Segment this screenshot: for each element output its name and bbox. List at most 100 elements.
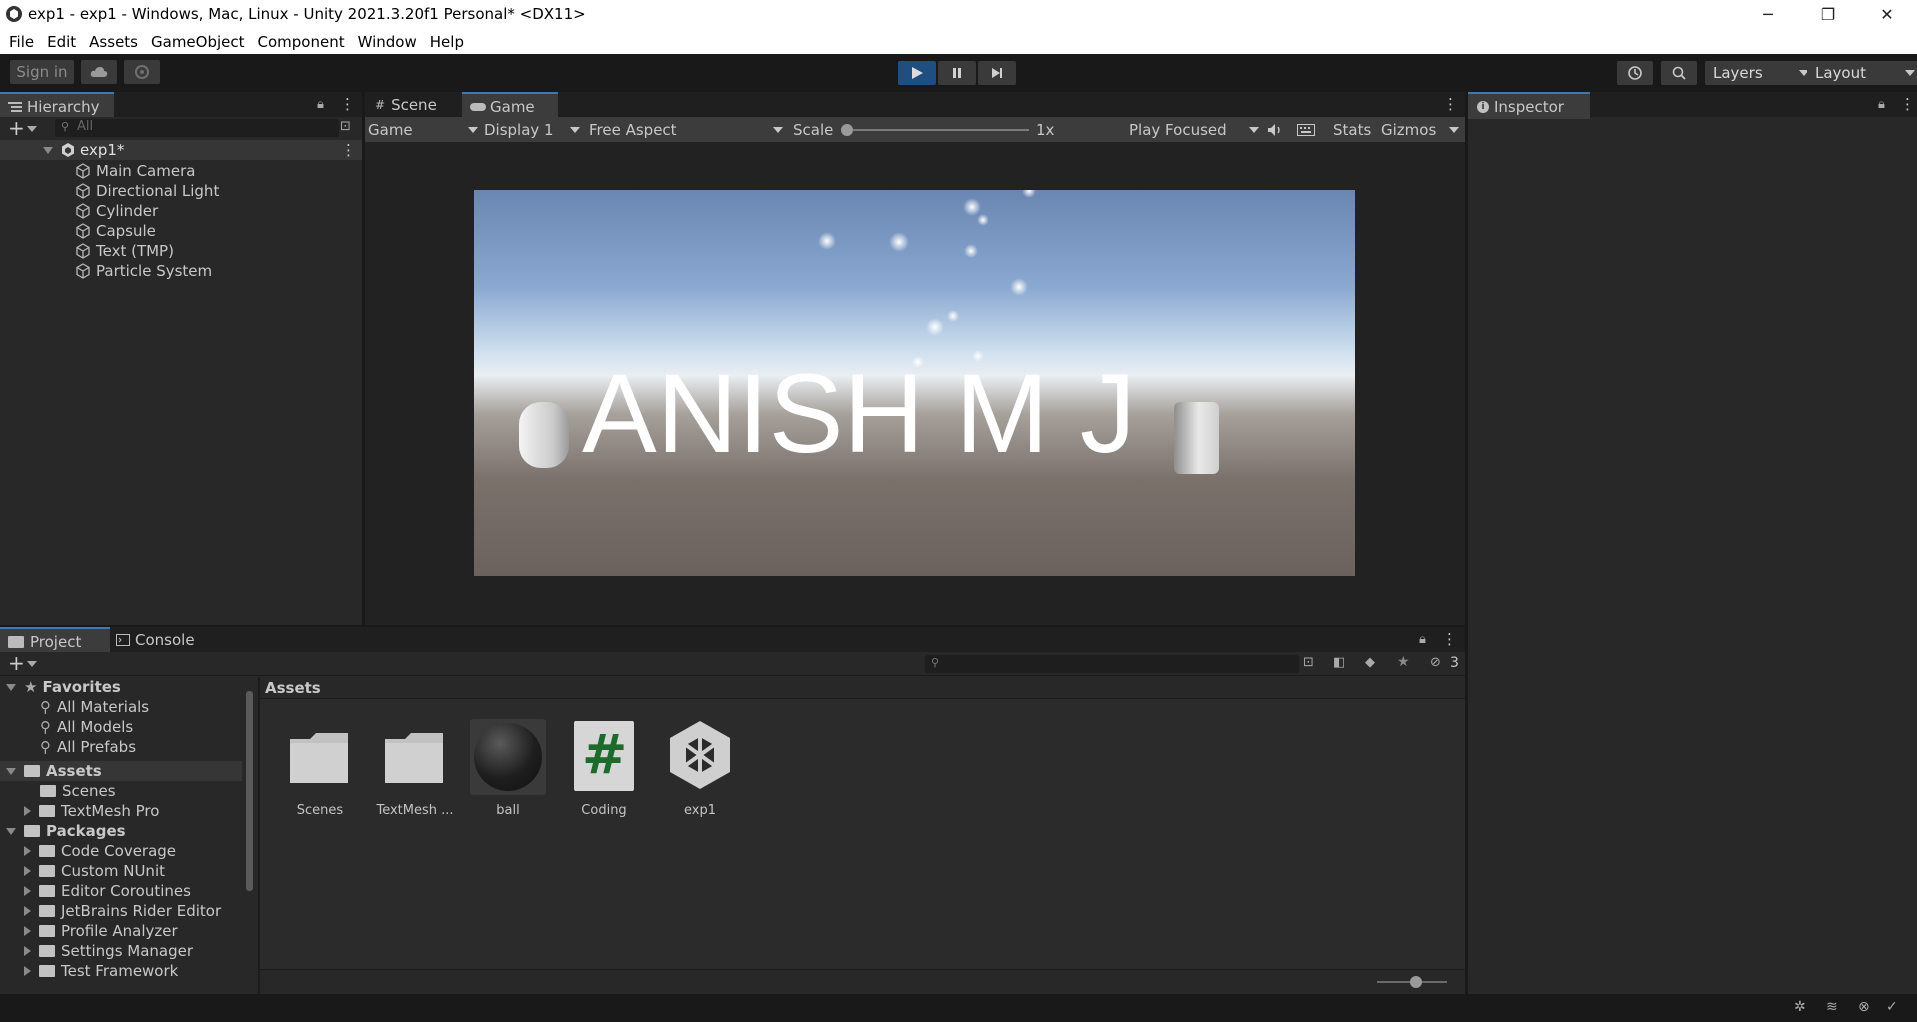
tree-scenes[interactable]: Scenes bbox=[40, 781, 116, 801]
check-icon[interactable]: ✓ bbox=[1886, 999, 1898, 1015]
menu-help[interactable]: Help bbox=[430, 33, 464, 51]
scale-slider-thumb[interactable] bbox=[841, 124, 853, 136]
keyboard-icon[interactable] bbox=[1297, 117, 1319, 142]
asset-scenes-folder[interactable] bbox=[288, 729, 352, 785]
project-search-input[interactable]: ⚲ bbox=[925, 655, 1299, 673]
asset-coding-script[interactable]: # bbox=[574, 721, 634, 791]
console-icon bbox=[116, 633, 130, 646]
close-button[interactable]: ✕ bbox=[1857, 0, 1917, 29]
unity-scene-icon bbox=[62, 143, 74, 157]
asset-ball-material[interactable] bbox=[470, 719, 546, 795]
lock-icon[interactable]: 🔒︎ bbox=[317, 97, 324, 112]
add-icon[interactable]: + bbox=[8, 116, 25, 140]
lock-icon[interactable]: 🔒︎ bbox=[1419, 632, 1426, 647]
packages-header[interactable]: Packages bbox=[6, 821, 126, 841]
hierarchy-item-directional-light[interactable]: Directional Light bbox=[75, 181, 219, 201]
stats-button[interactable]: Stats bbox=[1333, 117, 1375, 142]
chevron-down-icon[interactable] bbox=[27, 126, 37, 132]
package-profile-analyzer[interactable]: Profile Analyzer bbox=[24, 921, 178, 941]
layers-dropdown[interactable]: Layers bbox=[1705, 61, 1817, 85]
menu-component[interactable]: Component bbox=[258, 33, 345, 51]
tree-textmesh-pro[interactable]: TextMesh Pro bbox=[24, 801, 159, 821]
favorite-all-models[interactable]: ⚲ All Models bbox=[40, 717, 133, 737]
hierarchy-scene-row[interactable]: exp1* ⋮ bbox=[0, 140, 362, 160]
asset-textmesh-folder[interactable] bbox=[383, 729, 447, 785]
search-scope-icon[interactable]: ⊡ bbox=[1303, 655, 1314, 670]
hierarchy-search-row: + ⚲ All ⊡ bbox=[0, 116, 362, 140]
filter-icon[interactable]: ⊡ bbox=[340, 119, 351, 134]
debug-mode-icon[interactable]: ⊗ bbox=[1858, 999, 1870, 1015]
tab-console[interactable]: Console bbox=[108, 627, 218, 652]
favorite-all-materials[interactable]: ⚲ All Materials bbox=[40, 697, 149, 717]
chevron-down-icon[interactable] bbox=[27, 661, 37, 667]
favorite-all-prefabs[interactable]: ⚲ All Prefabs bbox=[40, 737, 136, 757]
step-button[interactable] bbox=[978, 61, 1016, 85]
layers-stack-icon[interactable]: ≋ bbox=[1826, 999, 1838, 1015]
package-code-coverage[interactable]: Code Coverage bbox=[24, 841, 176, 861]
tab-game[interactable]: Game bbox=[462, 92, 558, 119]
hierarchy-search-input[interactable]: ⚲ All bbox=[55, 119, 339, 137]
bug-icon[interactable]: ✲ bbox=[1794, 999, 1806, 1015]
package-editor-coroutines[interactable]: Editor Coroutines bbox=[24, 881, 191, 901]
scene-name: exp1* bbox=[80, 141, 125, 159]
kebab-menu-icon[interactable]: ⋮ bbox=[1443, 95, 1458, 113]
menu-gameobject[interactable]: GameObject bbox=[151, 33, 245, 51]
tab-scene[interactable]: # Scene bbox=[367, 92, 463, 117]
folder-icon bbox=[24, 825, 40, 837]
folder-icon bbox=[40, 785, 56, 797]
hierarchy-item-text-tmp[interactable]: Text (TMP) bbox=[75, 241, 174, 261]
scale-slider-track[interactable] bbox=[843, 129, 1029, 131]
hierarchy-item-main-camera[interactable]: Main Camera bbox=[75, 161, 195, 181]
minimize-button[interactable]: ─ bbox=[1738, 0, 1798, 29]
favorite-star-icon[interactable]: ★ bbox=[1397, 654, 1410, 670]
display-dropdown[interactable]: Display 1 bbox=[484, 117, 586, 142]
game-mode-dropdown[interactable]: Game bbox=[368, 117, 484, 142]
cloud-icon[interactable] bbox=[81, 60, 117, 84]
add-icon[interactable]: + bbox=[8, 651, 25, 675]
hidden-packages-icon[interactable]: ⊘ bbox=[1430, 655, 1441, 670]
assets-header[interactable]: Assets bbox=[6, 761, 102, 781]
package-jetbrains-rider-editor[interactable]: JetBrains Rider Editor bbox=[24, 901, 221, 921]
lock-icon[interactable]: 🔒︎ bbox=[1878, 97, 1885, 112]
search-icon: ⚲ bbox=[61, 120, 70, 133]
gizmos-button[interactable]: Gizmos bbox=[1381, 117, 1459, 142]
history-icon[interactable] bbox=[1617, 61, 1653, 85]
kebab-menu-icon[interactable]: ⋮ bbox=[341, 141, 356, 159]
play-focused-dropdown[interactable]: Play Focused bbox=[1129, 117, 1265, 142]
menu-window[interactable]: Window bbox=[358, 33, 417, 51]
restore-button[interactable]: ❐ bbox=[1798, 0, 1858, 29]
hierarchy-item-particle-system[interactable]: Particle System bbox=[75, 261, 212, 281]
package-settings-manager[interactable]: Settings Manager bbox=[24, 941, 193, 961]
audio-mute-icon[interactable] bbox=[1267, 117, 1289, 142]
tab-hierarchy[interactable]: Hierarchy bbox=[0, 92, 114, 119]
pause-button[interactable] bbox=[938, 61, 976, 85]
scrollbar-thumb[interactable] bbox=[246, 691, 253, 891]
kebab-menu-icon[interactable]: ⋮ bbox=[1442, 630, 1457, 648]
hierarchy-item-cylinder[interactable]: Cylinder bbox=[75, 201, 158, 221]
menu-edit[interactable]: Edit bbox=[47, 33, 76, 51]
tab-project[interactable]: Project bbox=[0, 627, 110, 654]
hierarchy-item-capsule[interactable]: Capsule bbox=[75, 221, 156, 241]
scene-game-tabstrip: # Scene Game ⋮ bbox=[365, 92, 1465, 119]
search-icon[interactable] bbox=[1661, 61, 1697, 85]
favorites-header[interactable]: ★ Favorites bbox=[6, 677, 121, 697]
asset-exp1-scene[interactable] bbox=[668, 719, 732, 791]
filter-type-icon[interactable]: ◧ bbox=[1333, 655, 1345, 670]
aspect-dropdown[interactable]: Free Aspect bbox=[589, 117, 789, 142]
menu-assets[interactable]: Assets bbox=[89, 33, 138, 51]
package-test-framework[interactable]: Test Framework bbox=[24, 961, 178, 981]
sign-in-button[interactable]: Sign in bbox=[10, 60, 74, 84]
collab-icon[interactable] bbox=[124, 60, 160, 84]
zoom-slider-thumb[interactable] bbox=[1410, 976, 1422, 988]
game-viewport[interactable]: ANISH M J bbox=[474, 190, 1355, 576]
tree-scrollbar[interactable] bbox=[244, 677, 254, 994]
menu-file[interactable]: File bbox=[9, 33, 34, 51]
project-tree: ★ Favorites ⚲ All Materials ⚲ All Models ⚲ A… bbox=[0, 677, 260, 994]
play-button[interactable] bbox=[898, 61, 936, 85]
label-tag-icon[interactable]: ◆ bbox=[1365, 655, 1375, 670]
kebab-menu-icon[interactable]: ⋮ bbox=[1900, 95, 1915, 113]
package-custom-nunit[interactable]: Custom NUnit bbox=[24, 861, 165, 881]
tab-inspector[interactable]: i Inspector bbox=[1468, 92, 1590, 119]
layout-dropdown[interactable]: Layout bbox=[1807, 61, 1917, 85]
kebab-menu-icon[interactable]: ⋮ bbox=[340, 95, 355, 113]
